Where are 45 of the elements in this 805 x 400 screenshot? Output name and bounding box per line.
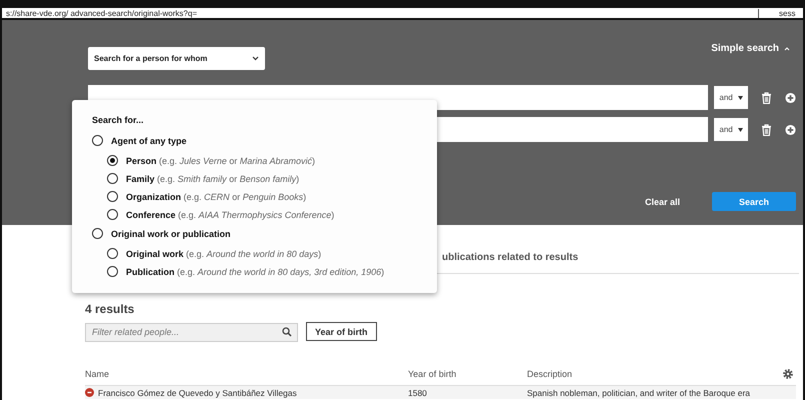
radio-button[interactable] <box>107 248 118 259</box>
option-label[interactable]: Original work or publication <box>92 228 437 239</box>
table-cell-text: 1580 <box>408 388 428 398</box>
year-of-birth-button[interactable]: Year of birth <box>306 322 377 341</box>
radio-button[interactable] <box>92 135 103 146</box>
radio-button[interactable] <box>107 209 118 220</box>
settings-icon[interactable] <box>782 368 794 380</box>
radio-button[interactable] <box>107 191 118 202</box>
url-text: s://share-vde.org/ advanced-search/original-works?q= <box>5 8 198 18</box>
caret-icon <box>738 96 743 100</box>
add-icon[interactable] <box>785 124 796 136</box>
option-label[interactable]: Publication (e.g. Around the world in 80 days, 3rd edition, 1906) <box>107 266 437 277</box>
column-header: Name <box>85 369 110 379</box>
option-label[interactable]: Conference (e.g. AIAA Thermophysics Conference) <box>107 209 437 220</box>
popup-title: Search for... <box>92 115 145 125</box>
operator-select[interactable]: and <box>714 86 748 109</box>
option-label[interactable]: Family (e.g. Smith family or Benson family) <box>107 173 437 184</box>
side-text: sess <box>758 8 803 18</box>
trash-icon[interactable] <box>761 92 772 104</box>
type-select[interactable]: Search for a person for whom <box>88 47 265 70</box>
clear-all-button[interactable]: Clear all <box>638 196 686 208</box>
trash-icon[interactable] <box>761 124 772 136</box>
filter-field[interactable]: Filter related people... <box>85 322 298 342</box>
results-count: 4 results <box>85 302 136 316</box>
chevron-up-icon <box>784 46 790 50</box>
table-cell: Francisco Gómez de Quevedo y Santibáñez Villegas <box>98 388 297 398</box>
results-tab[interactable]: ublications related to results <box>442 252 578 262</box>
add-icon[interactable] <box>785 92 796 104</box>
option-label[interactable]: Person (e.g. Jules Verne or Marina Abramović) <box>107 155 437 166</box>
radio-button[interactable] <box>92 228 103 239</box>
option-label[interactable]: Organization (e.g. CERN or Penguin Books) <box>107 191 437 202</box>
radio-button[interactable] <box>107 155 118 166</box>
table-cell-text: Spanish nobleman, politician, and writer of the Baroque era <box>527 388 752 398</box>
chevron-down-icon <box>252 56 259 61</box>
operator-select[interactable]: and <box>714 118 748 141</box>
simple-search-link[interactable]: Simple search <box>705 42 796 55</box>
column-header: Year of birth <box>408 369 458 379</box>
remove-icon[interactable] <box>85 388 94 397</box>
option-label[interactable]: Original work (e.g. Around the world in 80 days) <box>107 248 437 259</box>
radio-button[interactable] <box>107 173 118 184</box>
column-header: Description <box>527 369 574 379</box>
search-icon[interactable] <box>282 327 292 337</box>
option-label[interactable]: Agent of any type <box>92 135 437 146</box>
caret-icon <box>738 128 743 132</box>
radio-button[interactable] <box>107 266 118 277</box>
